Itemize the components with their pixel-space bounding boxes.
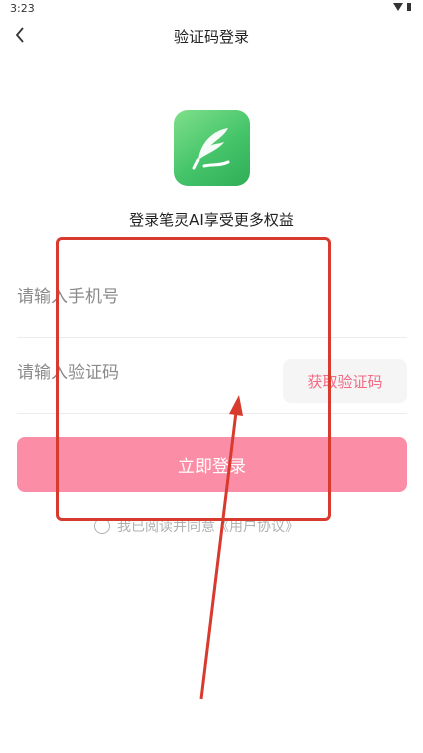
phone-input[interactable] <box>17 257 397 337</box>
login-button[interactable]: 立即登录 <box>17 437 407 492</box>
tagline: 登录笔灵AI享受更多权益 <box>129 211 294 229</box>
status-time: 3:23 <box>10 2 35 15</box>
battery-icon <box>407 3 411 11</box>
agree-checkbox[interactable] <box>94 518 110 534</box>
status-bar: 3:23 <box>0 0 423 18</box>
page-title: 验证码登录 <box>173 28 249 46</box>
status-icons <box>393 3 411 11</box>
app-logo <box>174 110 250 186</box>
feather-logo-icon <box>192 128 230 170</box>
code-row: 获取验证码 <box>17 333 407 414</box>
phone-row <box>17 257 407 338</box>
nav-bar: 验证码登录 <box>0 22 423 50</box>
user-agreement-link[interactable]: 《用户协议》 <box>215 516 299 536</box>
wifi-icon <box>393 3 403 11</box>
get-code-button[interactable]: 获取验证码 <box>283 359 407 403</box>
verification-code-input[interactable] <box>17 333 267 413</box>
agreement-row: 我已阅读并同意 《用户协议》 <box>94 515 299 537</box>
agreement-text: 我已阅读并同意 <box>117 519 215 535</box>
